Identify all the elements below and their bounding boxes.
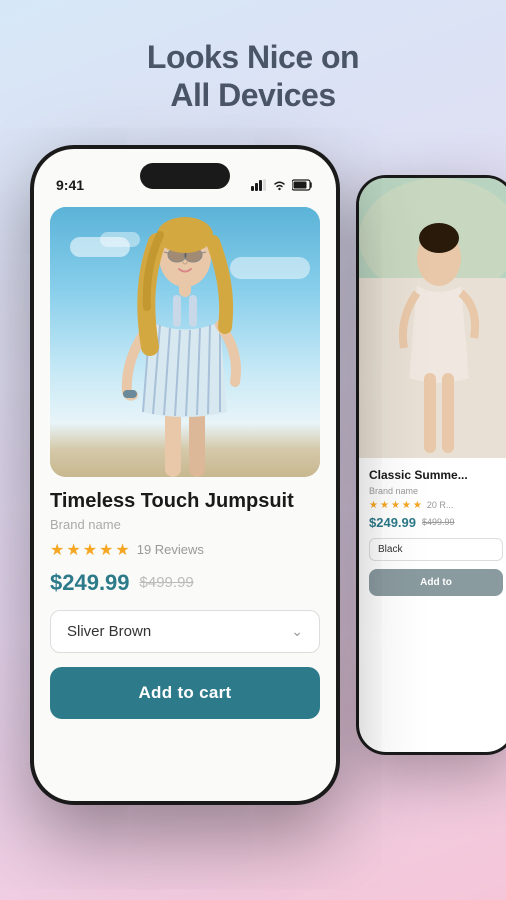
color-label-primary: Sliver Brown [67,623,151,640]
reviews-count-secondary: 20 R... [427,500,454,510]
color-dropdown-primary[interactable]: Sliver Brown ⌄ [50,610,320,653]
signal-icon [251,179,267,191]
headline-line2: All Devices [147,76,359,114]
product-content-primary: Timeless Touch Jumpsuit Brand name ★ ★ ★… [50,489,320,719]
star-main-2: ★ [66,540,80,560]
status-icons [251,179,314,191]
phone-primary: 9:41 [30,145,340,805]
product-brand-primary: Brand name [50,517,320,532]
price-row-primary: $249.99 $499.99 [50,570,320,596]
star-4: ★ [402,500,411,511]
price-original-secondary: $499.99 [422,517,455,527]
add-to-cart-secondary[interactable]: Add to [369,569,503,596]
product-title-primary: Timeless Touch Jumpsuit [50,489,320,513]
headline: Looks Nice on All Devices [147,38,359,115]
price-row-secondary: $249.99 $499.99 [369,515,503,530]
phone-secondary: Classic Summe... Brand name ★ ★ ★ ★ ★ 20… [356,175,506,755]
phone-primary-screen: 9:41 [34,149,336,801]
product-content-secondary: Classic Summe... Brand name ★ ★ ★ ★ ★ 20… [359,458,506,606]
phone-secondary-screen: Classic Summe... Brand name ★ ★ ★ ★ ★ 20… [359,178,506,752]
product-brand-secondary: Brand name [369,486,503,496]
star-main-1: ★ [50,540,64,560]
price-original-primary: $499.99 [140,574,194,591]
add-to-cart-primary[interactable]: Add to cart [50,667,320,719]
color-dropdown-secondary[interactable]: Black [369,538,503,561]
reviews-count-primary: 19 Reviews [137,542,204,557]
product-image-primary [50,207,320,477]
stars-row-primary: ★ ★ ★ ★ ★ 19 Reviews [50,540,320,560]
product-image-secondary [359,178,506,458]
color-label-secondary: Black [378,544,402,555]
star-5: ★ [413,500,422,511]
battery-icon [292,179,314,191]
price-current-secondary: $249.99 [369,515,416,530]
dynamic-island [140,163,230,189]
product-title-secondary: Classic Summe... [369,468,503,482]
star-3: ★ [391,500,400,511]
headline-line1: Looks Nice on [147,38,359,76]
price-current-primary: $249.99 [50,570,130,596]
stars-row-secondary: ★ ★ ★ ★ ★ 20 R... [369,500,503,511]
wifi-icon [272,179,287,191]
fashion-model [85,207,285,477]
star-main-5: ★ [115,540,129,560]
star-main-4: ★ [99,540,113,560]
star-2: ★ [380,500,389,511]
phones-container: Classic Summe... Brand name ★ ★ ★ ★ ★ 20… [0,145,506,845]
status-time: 9:41 [56,177,84,193]
chevron-down-icon: ⌄ [291,623,303,640]
star-1: ★ [369,500,378,511]
star-main-3: ★ [83,540,97,560]
